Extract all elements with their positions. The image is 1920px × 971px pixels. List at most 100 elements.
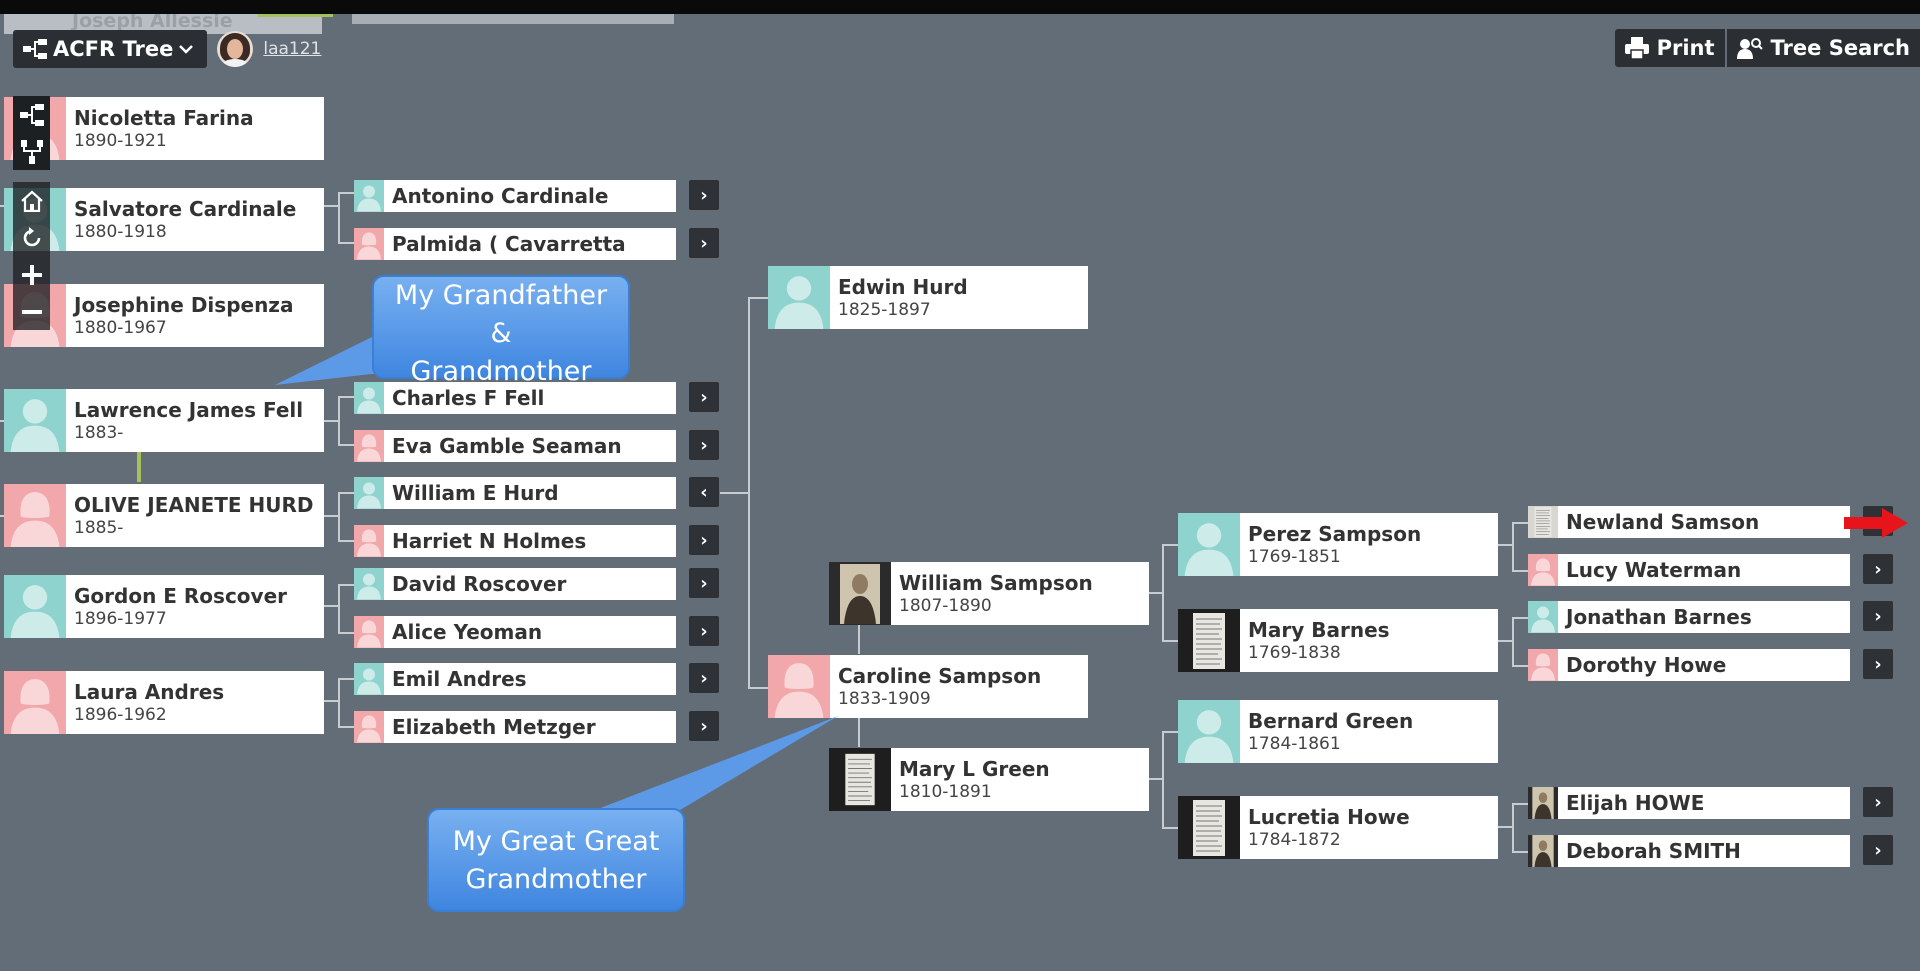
great-great-grandmother-callout: My Great Great Grandmother	[427, 808, 685, 912]
expand-button[interactable]: ›	[689, 616, 719, 646]
person-card[interactable]: Perez Sampson 1769-1851	[1178, 513, 1498, 576]
expand-button[interactable]: ›	[689, 228, 719, 258]
person-card[interactable]: Jonathan Barnes	[1528, 601, 1850, 633]
tree-toolbar: ACFR Tree laa121	[13, 30, 321, 68]
collapse-button[interactable]: ‹	[689, 477, 719, 507]
person-name: Deborah SMITH	[1566, 839, 1741, 863]
person-card[interactable]: Emil Andres	[354, 663, 676, 695]
callout-line: Grandmother	[410, 356, 592, 387]
person-card[interactable]: Edwin Hurd 1825-1897	[768, 266, 1088, 329]
person-card[interactable]: Lucretia Howe 1784-1872	[1178, 796, 1498, 859]
expand-button[interactable]: ›	[689, 568, 719, 598]
chevron-right-icon: ›	[700, 184, 708, 206]
female-avatar	[354, 525, 384, 557]
person-name: William E Hurd	[392, 481, 559, 505]
tree-search-label: Tree Search	[1770, 36, 1910, 60]
person-card[interactable]: William E Hurd	[354, 477, 676, 509]
person-card[interactable]: OLIVE JEANETE HURD 1885-	[4, 484, 324, 547]
person-card[interactable]: Mary Barnes 1769-1838	[1178, 609, 1498, 672]
portrait-photo	[829, 562, 891, 625]
person-card[interactable]: Eva Gamble Seaman	[354, 430, 676, 462]
person-card[interactable]: Bernard Green 1784-1861	[1178, 700, 1498, 763]
view-controls	[13, 96, 50, 330]
person-card[interactable]: William Sampson 1807-1890	[829, 562, 1149, 625]
person-dates: 1885-	[74, 517, 124, 538]
tree-view-icon	[23, 39, 47, 59]
portrait-photo	[1528, 835, 1558, 867]
expand-button[interactable]: ›	[689, 525, 719, 555]
callout-pointer	[580, 716, 838, 816]
person-name: Jonathan Barnes	[1566, 605, 1752, 629]
person-name: Elijah HOWE	[1566, 791, 1705, 815]
person-card[interactable]: Mary L Green 1810-1891	[829, 748, 1149, 811]
person-card[interactable]: Deborah SMITH	[1528, 835, 1850, 867]
male-avatar	[354, 568, 384, 600]
person-card[interactable]: Dorothy Howe	[1528, 649, 1850, 681]
pedigree-view-button[interactable]	[13, 96, 50, 133]
document-photo	[1528, 506, 1558, 538]
person-card[interactable]: David Roscover	[354, 568, 676, 600]
person-card[interactable]: Elijah HOWE	[1528, 787, 1850, 819]
expand-button[interactable]: ›	[1863, 649, 1893, 679]
expand-button[interactable]: ›	[689, 663, 719, 693]
zoom-in-button[interactable]	[13, 256, 50, 293]
tree-selector-label: ACFR Tree	[53, 37, 174, 61]
person-card[interactable]: Antonino Cardinale	[354, 180, 676, 212]
person-card[interactable]: Lawrence James Fell 1883-	[4, 389, 324, 452]
person-dates: 1880-1967	[74, 317, 167, 338]
expand-button[interactable]: ›	[1863, 835, 1893, 865]
zoom-in-icon	[21, 264, 42, 285]
person-card[interactable]: Palmida ( Cavarretta	[354, 228, 676, 260]
person-name: Dorothy Howe	[1566, 653, 1727, 677]
person-card[interactable]: Newland Samson	[1528, 506, 1850, 538]
expand-button[interactable]: ›	[1863, 554, 1893, 584]
person-card[interactable]: Caroline Sampson 1833-1909	[768, 655, 1088, 718]
person-dates: 1825-1897	[838, 299, 931, 320]
callout-line: &	[490, 318, 512, 349]
username-link[interactable]: laa121	[263, 39, 321, 59]
home-button[interactable]	[13, 182, 50, 219]
female-avatar	[354, 616, 384, 648]
user-avatar[interactable]	[217, 31, 254, 67]
chevron-right-icon: ›	[700, 386, 708, 408]
person-name: Gordon E Roscover	[74, 583, 288, 608]
descendant-view-button[interactable]	[13, 133, 50, 170]
expand-button[interactable]: ›	[689, 180, 719, 210]
zoom-out-button[interactable]	[13, 293, 50, 330]
person-dates: 1769-1851	[1248, 546, 1341, 567]
chevron-right-icon: ›	[700, 232, 708, 254]
female-avatar	[354, 228, 384, 260]
person-card[interactable]: Nicoletta Farina 1890-1921	[4, 97, 324, 160]
person-name: Caroline Sampson	[838, 663, 1042, 688]
zoom-out-icon	[21, 309, 42, 314]
person-card[interactable]: Alice Yeoman	[354, 616, 676, 648]
home-icon	[20, 190, 43, 212]
print-button[interactable]: Print	[1614, 29, 1725, 67]
expand-button[interactable]: ›	[1863, 787, 1893, 817]
person-dates: 1769-1838	[1248, 642, 1341, 663]
chevron-right-icon: ›	[1874, 791, 1882, 813]
person-card[interactable]: Salvatore Cardinale 1880-1918	[4, 188, 324, 251]
expand-button[interactable]: ›	[689, 430, 719, 460]
person-name: Alice Yeoman	[392, 620, 543, 644]
person-card[interactable]: Laura Andres 1896-1962	[4, 671, 324, 734]
person-card[interactable]: Lucy Waterman	[1528, 554, 1850, 586]
callout-line: My Grandfather	[394, 280, 608, 311]
male-avatar	[354, 180, 384, 212]
male-avatar	[1178, 700, 1240, 763]
person-dates: 1833-1909	[838, 688, 931, 709]
tree-search-button[interactable]: Tree Search	[1726, 29, 1920, 67]
female-avatar	[354, 430, 384, 462]
male-avatar	[4, 575, 66, 638]
expand-button[interactable]: ›	[689, 382, 719, 412]
person-name: David Roscover	[392, 572, 567, 596]
chevron-left-icon: ‹	[700, 481, 708, 503]
person-dates: 1810-1891	[899, 781, 992, 802]
expand-button[interactable]: ›	[1863, 601, 1893, 631]
person-name: Lucretia Howe	[1248, 804, 1410, 829]
female-avatar	[4, 484, 66, 547]
person-card[interactable]: Harriet N Holmes	[354, 525, 676, 557]
tree-selector-button[interactable]: ACFR Tree	[13, 30, 208, 68]
reset-button[interactable]	[13, 219, 50, 256]
person-card[interactable]: Gordon E Roscover 1896-1977	[4, 575, 324, 638]
